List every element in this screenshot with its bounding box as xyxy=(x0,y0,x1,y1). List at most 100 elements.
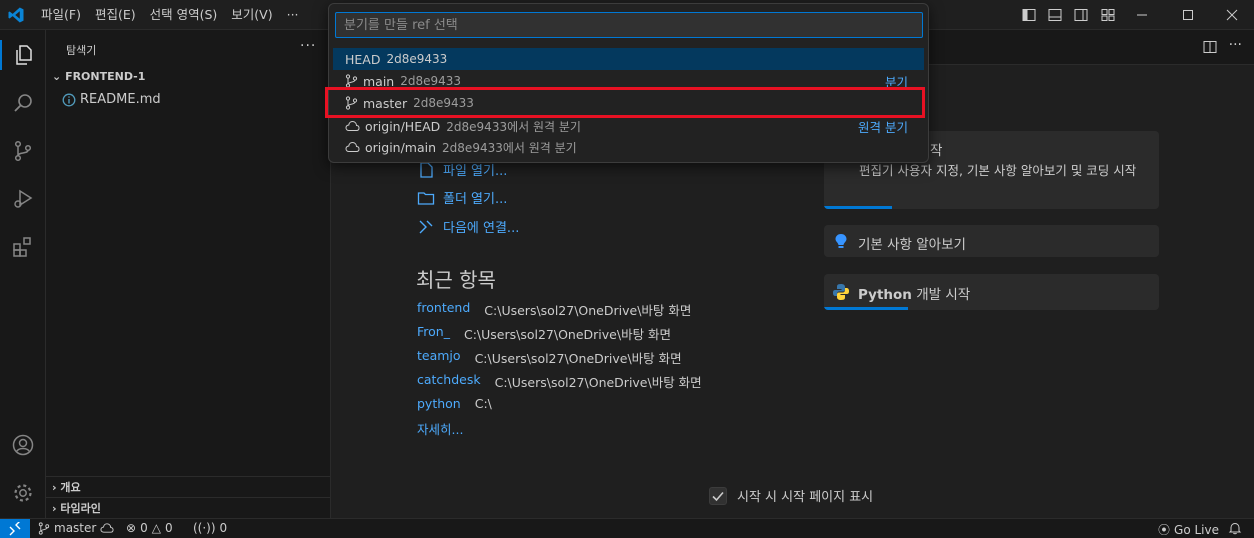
warning-count: 0 xyxy=(164,521,173,535)
recent-item[interactable]: frontend C:\Users\sol27\OneDrive\바탕 화면 xyxy=(417,300,691,319)
group-separator-label: 원격 분기 xyxy=(858,119,908,135)
branch-status[interactable]: master xyxy=(38,521,114,535)
open-file-icon xyxy=(420,161,433,178)
error-icon: ⊗ xyxy=(126,521,137,535)
quickpick-item-head[interactable]: HEAD 2d8e9433 xyxy=(333,48,924,70)
show-welcome-on-startup[interactable]: 시작 시 시작 페이지 표시 xyxy=(709,486,873,505)
remote-indicator[interactable] xyxy=(0,519,30,538)
outline-section[interactable]: › 개요 xyxy=(46,476,331,498)
quickpick-item-origin-head[interactable]: origin/HEAD 2d8e9433에서 원격 분기 원격 분기 xyxy=(333,115,924,137)
maximize-icon[interactable] xyxy=(1174,0,1202,30)
explorer-sidebar: 탐색기 ··· ⌄ FRONTEND-1 README.md › 개요 › 타임… xyxy=(46,30,331,518)
sync-cloud-icon xyxy=(100,523,114,533)
annotation-highlight-box xyxy=(325,87,925,118)
menu-more[interactable]: ··· xyxy=(280,0,306,30)
ports-count: 0 xyxy=(219,521,228,535)
more-recent-link[interactable]: 자세히... xyxy=(417,419,463,438)
recent-item[interactable]: catchdesk C:\Users\sol27\OneDrive\바탕 화면 xyxy=(417,372,702,391)
menu-edit[interactable]: 편집(E) xyxy=(88,0,143,30)
menu-selection[interactable]: 선택 영역(S) xyxy=(143,0,225,30)
editor-more-button[interactable]: ··· xyxy=(1229,37,1242,53)
menu-bar: 파일(F) 편집(E) 선택 영역(S) 보기(V) ··· xyxy=(34,0,306,30)
folder-icon xyxy=(417,191,435,205)
connect-to-label: 다음에 연결... xyxy=(443,221,520,236)
toggle-secondary-sidebar-icon[interactable] xyxy=(1067,0,1095,30)
ref-desc: 2d8e9433에서 원격 분기 xyxy=(446,119,581,134)
recent-item-path: C:\ xyxy=(474,396,492,411)
settings-gear-icon[interactable] xyxy=(8,478,38,508)
walkthrough-card-python[interactable]: Python 개발 시작 xyxy=(824,274,1159,310)
go-live-button[interactable]: ⦿ Go Live xyxy=(1158,521,1219,538)
branch-quick-pick: HEAD 2d8e9433 main 2d8e9433 분기 master 2d… xyxy=(328,3,929,163)
ports-status[interactable]: ((·)) 0 xyxy=(193,521,227,535)
timeline-section-label: 타임라인 xyxy=(60,502,101,515)
toggle-panel-icon[interactable] xyxy=(1041,0,1069,30)
ref-search-input[interactable] xyxy=(335,12,923,38)
open-folder-link[interactable]: 폴더 열기... xyxy=(417,188,507,207)
walkthrough-progress xyxy=(824,206,892,209)
sidebar-title: 탐색기 xyxy=(66,44,97,57)
recent-item-path: C:\Users\sol27\OneDrive\바탕 화면 xyxy=(494,375,702,390)
walkthrough-title-rest: 개발 시작 xyxy=(911,287,971,303)
recent-item-name[interactable]: frontend xyxy=(417,300,470,319)
run-debug-icon[interactable] xyxy=(8,184,38,214)
recent-item-name[interactable]: Fron_ xyxy=(417,324,450,343)
split-editor-icon[interactable] xyxy=(1202,39,1218,55)
branch-icon xyxy=(345,74,358,88)
info-icon xyxy=(62,93,76,106)
extensions-icon[interactable] xyxy=(8,232,38,262)
startup-checkbox-label: 시작 시 시작 페이지 표시 xyxy=(737,490,874,505)
remote-connect-icon xyxy=(419,220,433,233)
search-icon[interactable] xyxy=(8,88,38,118)
walkthrough-title-tail: 작 xyxy=(930,143,943,159)
timeline-section[interactable]: › 타임라인 xyxy=(46,497,331,519)
warning-icon: △ xyxy=(151,521,161,535)
recent-item-path: C:\Users\sol27\OneDrive\바탕 화면 xyxy=(474,351,682,366)
source-control-icon[interactable] xyxy=(8,136,38,166)
account-icon[interactable] xyxy=(8,430,38,460)
outline-section-label: 개요 xyxy=(60,481,81,494)
chevron-right-icon: › xyxy=(52,481,57,494)
walkthrough-progress xyxy=(824,307,908,310)
toggle-sidebar-icon[interactable] xyxy=(1015,0,1043,30)
recent-item-path: C:\Users\sol27\OneDrive\바탕 화면 xyxy=(484,303,692,318)
quickpick-item-origin-main[interactable]: origin/main 2d8e9433에서 원격 분기 xyxy=(333,136,924,158)
walkthrough-title: Python 개발 시작 xyxy=(858,283,970,303)
vscode-logo-icon[interactable] xyxy=(7,6,25,24)
file-name: README.md xyxy=(80,92,161,107)
chevron-right-icon: › xyxy=(52,502,57,515)
recent-item[interactable]: Fron_ C:\Users\sol27\OneDrive\바탕 화면 xyxy=(417,324,671,343)
close-icon[interactable] xyxy=(1218,0,1246,30)
cloud-icon xyxy=(345,120,360,131)
recent-item-name[interactable]: catchdesk xyxy=(417,372,481,391)
notifications-bell-icon[interactable] xyxy=(1228,521,1242,535)
branch-icon xyxy=(38,521,50,535)
file-item-readme[interactable]: README.md xyxy=(62,92,161,107)
recent-item[interactable]: python C:\ xyxy=(417,396,492,411)
radio-tower-icon: ⦿ xyxy=(1158,523,1171,537)
ref-label: origin/main xyxy=(365,139,437,155)
ref-desc: 2d8e9433 xyxy=(400,74,462,88)
ref-desc: 2d8e9433에서 원격 분기 xyxy=(442,140,577,155)
sidebar-more-button[interactable]: ··· xyxy=(300,38,316,54)
walkthrough-title-bold: Python xyxy=(858,287,912,303)
walkthrough-card-fundamentals[interactable]: 기본 사항 알아보기 xyxy=(824,225,1159,257)
menu-view[interactable]: 보기(V) xyxy=(224,0,279,30)
minimize-icon[interactable] xyxy=(1128,0,1156,30)
status-bar: master ⊗ 0 △ 0 ((·)) 0 ⦿ Go Live xyxy=(0,518,1254,538)
recent-item[interactable]: teamjo C:\Users\sol27\OneDrive\바탕 화면 xyxy=(417,348,682,367)
folder-header[interactable]: ⌄ FRONTEND-1 xyxy=(52,70,145,83)
recent-item-path: C:\Users\sol27\OneDrive\바탕 화면 xyxy=(463,327,672,342)
explorer-icon[interactable] xyxy=(0,40,46,70)
connect-to-link[interactable]: 다음에 연결... xyxy=(417,217,519,236)
recent-section-title: 최근 항목 xyxy=(416,268,496,292)
menu-file[interactable]: 파일(F) xyxy=(34,0,88,30)
problems-status[interactable]: ⊗ 0 △ 0 xyxy=(126,521,173,535)
cloud-icon xyxy=(345,141,360,152)
recent-item-name[interactable]: python xyxy=(417,396,461,411)
ref-desc: 2d8e9433 xyxy=(386,52,448,66)
customize-layout-icon[interactable] xyxy=(1094,0,1122,30)
recent-item-name[interactable]: teamjo xyxy=(417,348,461,367)
startup-checkbox[interactable] xyxy=(709,486,727,505)
lightbulb-icon xyxy=(835,234,847,248)
